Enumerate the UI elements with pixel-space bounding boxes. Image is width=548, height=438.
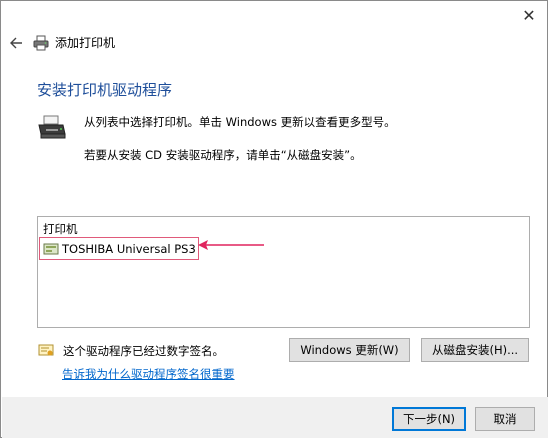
annotation-arrow [198,240,264,250]
next-button[interactable]: 下一步(N) [392,407,466,431]
printer-small-icon [43,243,59,254]
description-line-2: 若要从安装 CD 安装驱动程序，请单击“从磁盘安装”。 [84,148,362,162]
close-button[interactable]: ✕ [511,1,547,29]
list-item[interactable]: TOSHIBA Universal PS3 [39,237,199,260]
printer-driver-icon [37,115,67,144]
list-item-label: TOSHIBA Universal PS3 [62,241,196,256]
back-button[interactable] [7,34,25,52]
printer-icon [33,35,49,50]
close-icon: ✕ [522,5,536,25]
title-bar: 添加打印机 [33,34,115,51]
printer-listbox[interactable]: 打印机 TOSHIBA Universal PS3 [37,216,530,328]
certificate-icon [38,344,54,356]
signature-status: 这个驱动程序已经过数字签名。 [63,344,224,358]
windows-update-button[interactable]: Windows 更新(W) [289,338,410,362]
page-heading: 安装打印机驱动程序 [37,81,173,99]
window-title: 添加打印机 [55,36,116,50]
description-line-1: 从列表中选择打印机。单击 Windows 更新以查看更多型号。 [84,115,396,129]
signature-info-link[interactable]: 告诉我为什么驱动程序签名很重要 [62,366,235,382]
have-disk-button[interactable]: 从磁盘安装(H)... [421,338,529,362]
add-printer-dialog: ✕ 添加打印机 安装打印机驱动程序 从列表中选择打印机。单击 Windows 更… [0,0,548,438]
back-arrow-icon [10,37,22,49]
cancel-button[interactable]: 取消 [475,407,535,431]
footer-bar [2,397,548,438]
list-column-header[interactable]: 打印机 [43,221,78,237]
